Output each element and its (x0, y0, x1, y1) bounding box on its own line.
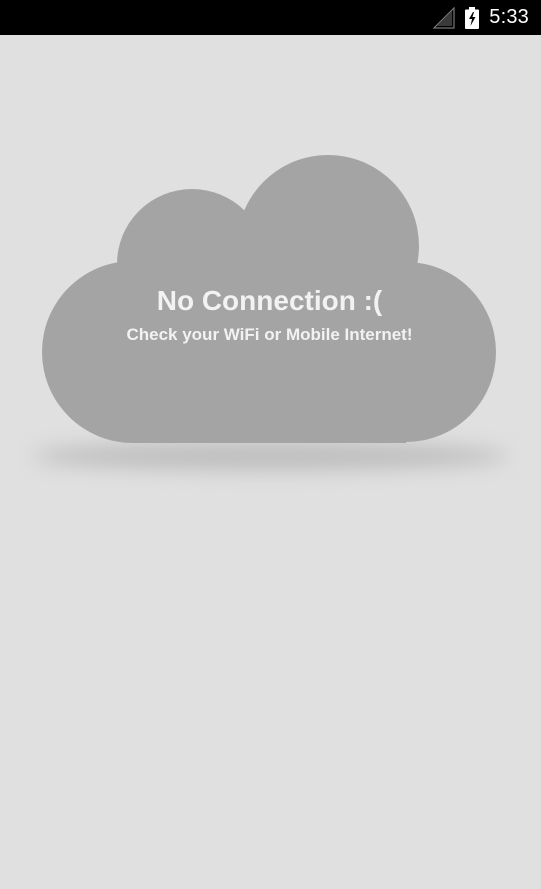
signal-icon (433, 6, 455, 29)
status-time: 5:33 (489, 6, 529, 28)
battery-charging-icon (465, 6, 480, 29)
cloud-shadow (32, 442, 508, 470)
status-bar: 5:33 (0, 0, 541, 35)
status-icons: 5:33 (433, 0, 529, 35)
no-connection-title: No Connection :( (156, 285, 383, 316)
cloud-message: No Connection :( Check your WiFi or Mobi… (42, 283, 497, 346)
cloud-illustration: No Connection :( Check your WiFi or Mobi… (20, 145, 520, 515)
no-connection-screen: No Connection :( Check your WiFi or Mobi… (0, 35, 541, 889)
connection-help-text: Check your WiFi or Mobile Internet! (126, 325, 413, 344)
